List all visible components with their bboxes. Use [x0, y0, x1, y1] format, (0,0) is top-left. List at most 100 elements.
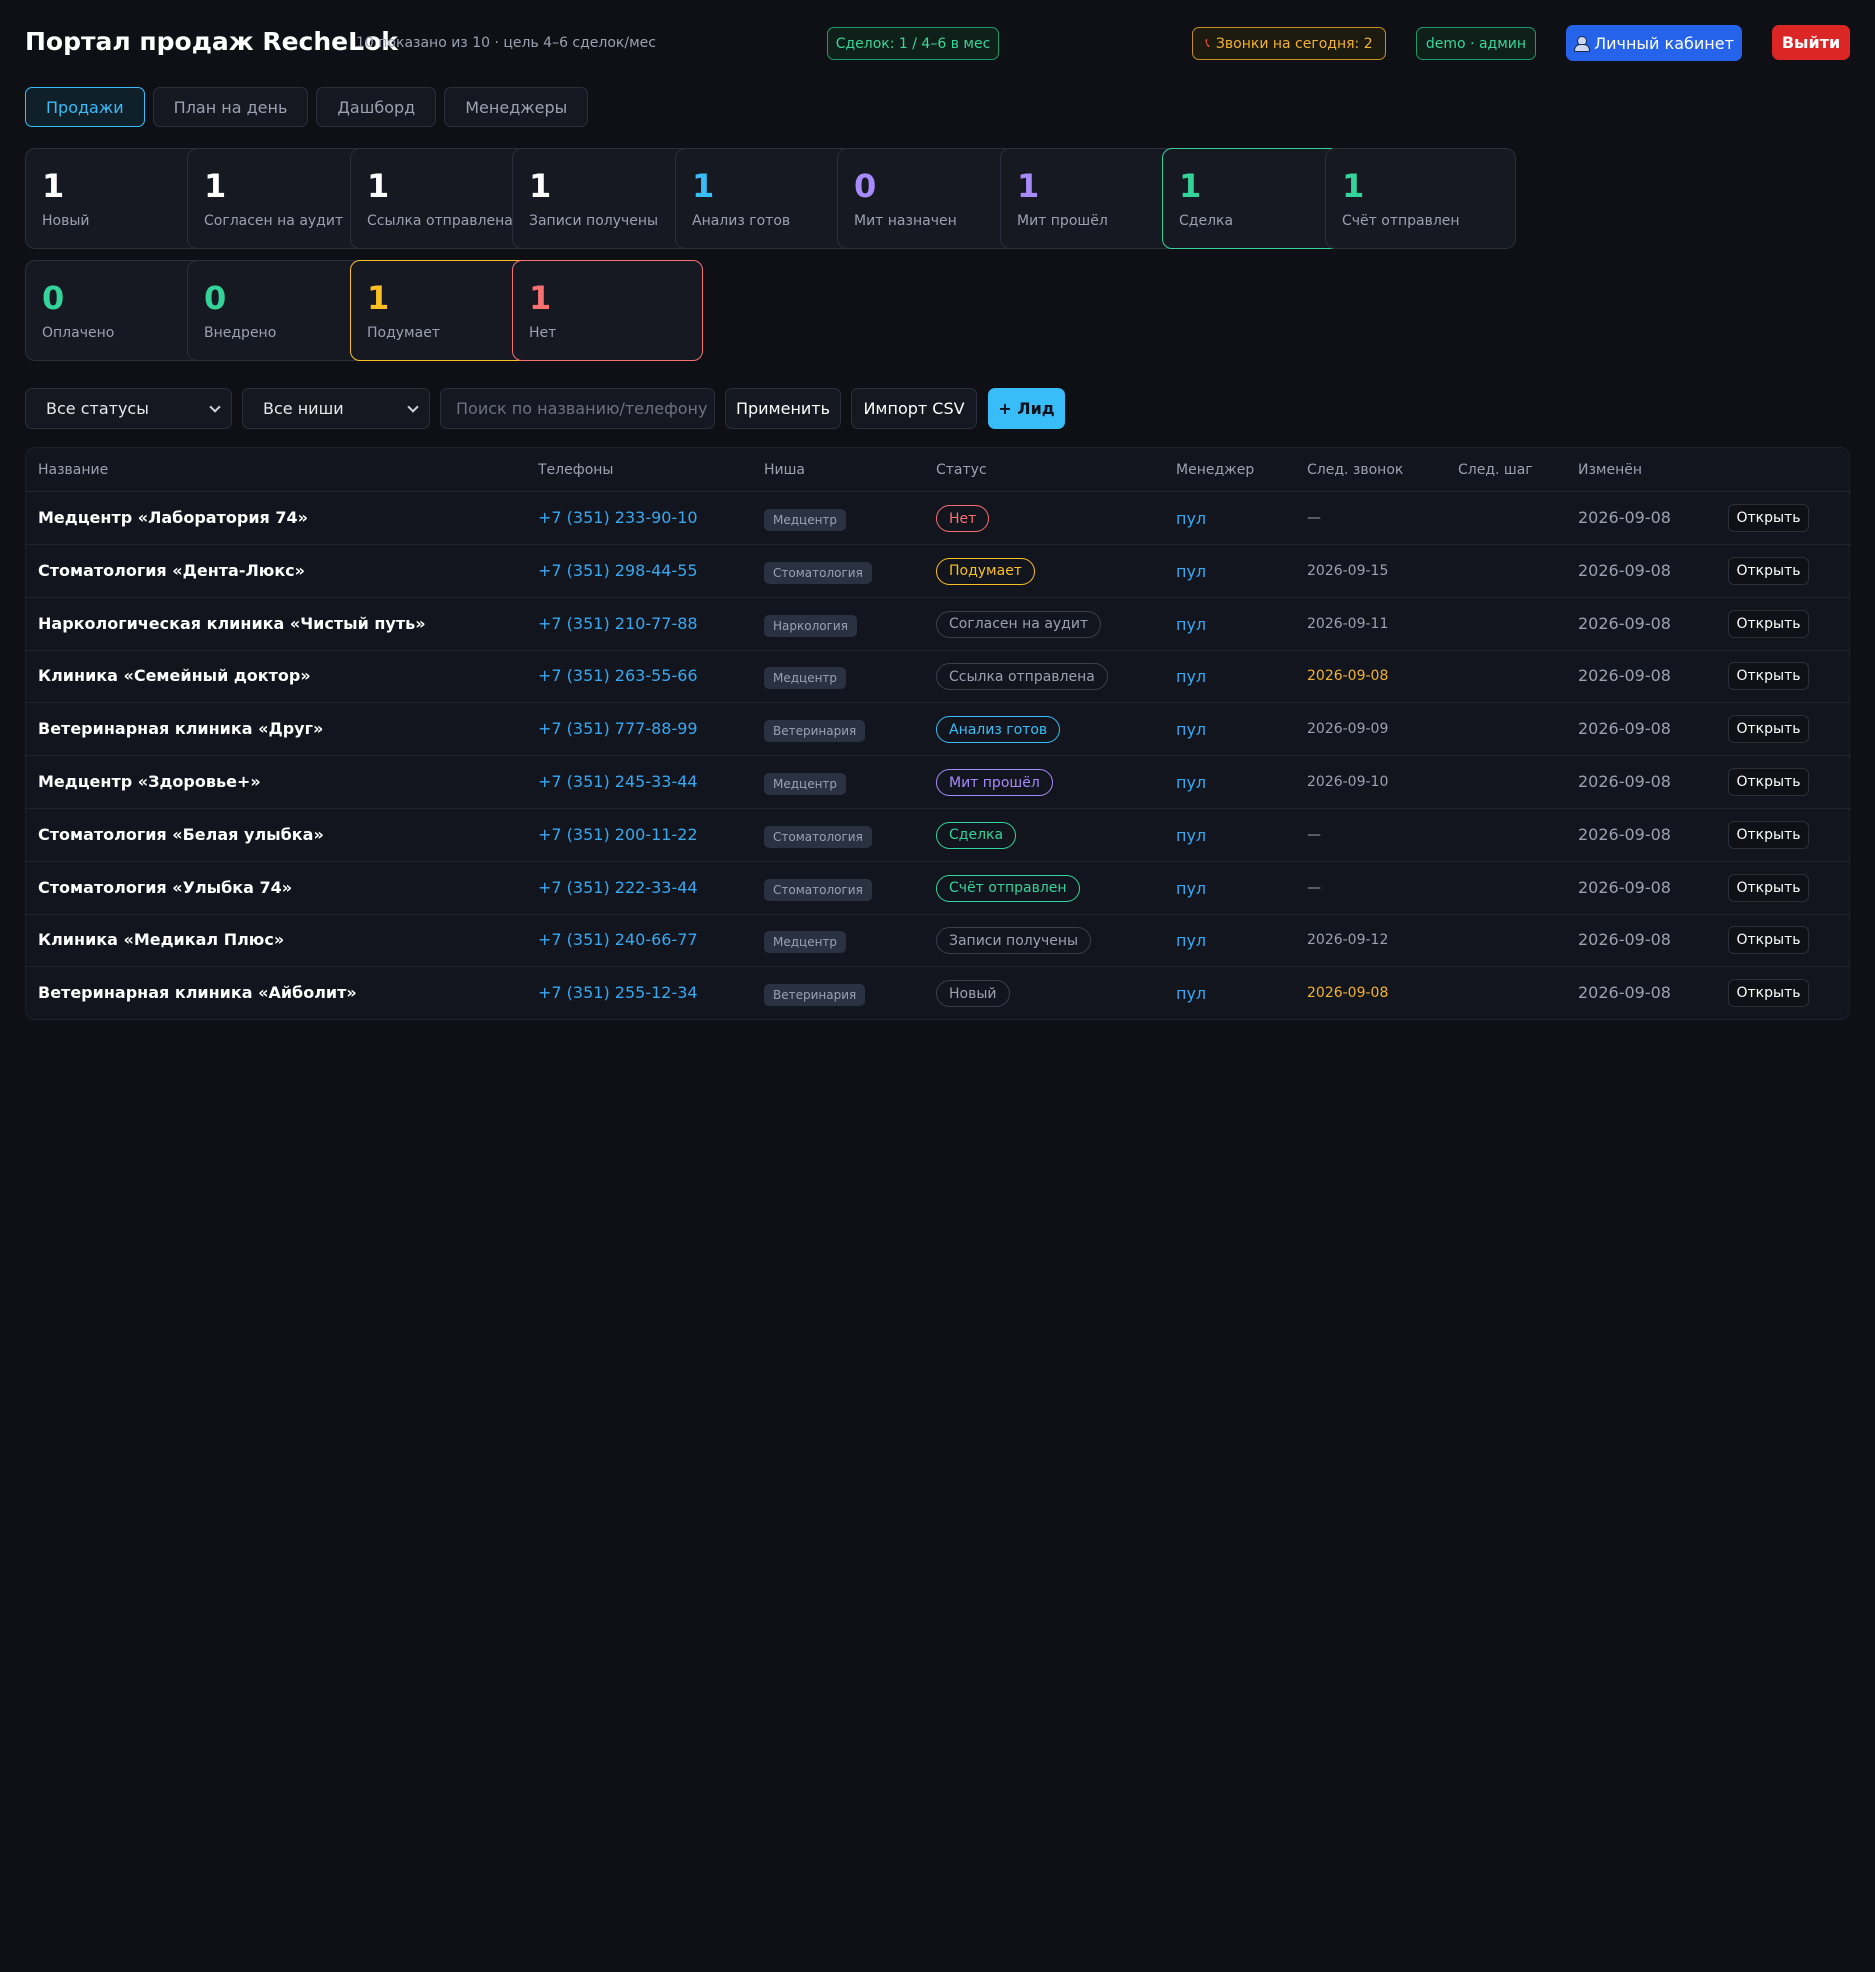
lead-phone-link[interactable]: +7 (351) 255-12-34 — [538, 983, 698, 1002]
tab-day-plan[interactable]: План на день — [152, 87, 309, 127]
table-row[interactable]: Медцентр «Здоровье+» +7 (351) 245-33-44 Ме… — [26, 756, 1851, 809]
status-badge: Записи получены — [936, 927, 1092, 955]
stat-card[interactable]: 1 Нет — [512, 260, 703, 361]
stat-card-label: Оплачено — [42, 325, 115, 341]
next-call-date: 2026-09-11 — [1307, 615, 1389, 632]
manager-link[interactable]: пул — [1176, 509, 1206, 528]
changed-date: 2026-09-08 — [1578, 930, 1671, 950]
manager-link[interactable]: пул — [1176, 931, 1206, 950]
open-button[interactable]: Открыть — [1728, 768, 1809, 796]
chevron-down-icon — [407, 401, 419, 413]
stat-card-value: 1 — [1342, 167, 1365, 205]
stat-card-value: 1 — [529, 279, 552, 317]
lead-phone-link[interactable]: +7 (351) 200-11-22 — [538, 825, 698, 844]
stat-card-label: Счёт отправлен — [1342, 213, 1460, 229]
manager-link[interactable]: пул — [1176, 984, 1206, 1003]
open-button[interactable]: Открыть — [1728, 715, 1809, 744]
status-badge: Подумает — [936, 557, 1035, 585]
open-button[interactable]: Открыть — [1728, 979, 1809, 1008]
table-row[interactable]: Наркологическая клиника «Чистый путь» +7 … — [26, 598, 1851, 651]
lead-phone-link[interactable]: +7 (351) 233-90-10 — [538, 508, 698, 527]
search-input[interactable] — [440, 388, 715, 429]
table-row[interactable]: Клиника «Медикал Плюс» +7 (351) 240-66-77… — [26, 914, 1851, 968]
column-header-phones[interactable]: Телефоны — [538, 462, 613, 478]
table-row[interactable]: Стоматология «Дента-Люкс» +7 (351) 298-44… — [26, 545, 1851, 598]
lead-phone-link[interactable]: +7 (351) 245-33-44 — [538, 772, 698, 791]
manager-link[interactable]: пул — [1176, 667, 1206, 686]
deals-counter-badge: Сделок: 1 / 4–6 в мес — [827, 27, 999, 60]
changed-date: 2026-09-08 — [1578, 983, 1671, 1003]
open-button[interactable]: Открыть — [1728, 662, 1809, 691]
status-filter-select[interactable]: Все статусы — [25, 388, 232, 429]
lead-phone-link[interactable]: +7 (351) 298-44-55 — [538, 561, 698, 580]
main-tabs: Продажи План на день Дашборд Менеджеры — [25, 87, 589, 127]
lead-phone-link[interactable]: +7 (351) 777-88-99 — [538, 719, 698, 738]
lead-name: Медцентр «Здоровье+» — [38, 772, 261, 791]
lead-phone-link[interactable]: +7 (351) 210-77-88 — [538, 614, 698, 633]
stat-card[interactable]: 1 Счёт отправлен — [1325, 148, 1516, 249]
status-badge: Счёт отправлен — [936, 874, 1080, 902]
import-csv-button[interactable]: Импорт CSV — [851, 388, 977, 429]
lead-phone-link[interactable]: +7 (351) 263-55-66 — [538, 666, 698, 685]
stat-card-label: Новый — [42, 213, 90, 229]
chevron-down-icon — [209, 401, 221, 413]
status-badge: Нет — [936, 505, 990, 532]
column-header-next-step[interactable]: След. шаг — [1458, 462, 1533, 478]
manager-link[interactable]: пул — [1176, 879, 1206, 898]
table-row[interactable]: Ветеринарная клиника «Друг» +7 (351) 777-… — [26, 703, 1851, 757]
status-badge: Анализ готов — [936, 716, 1061, 744]
changed-date: 2026-09-08 — [1578, 560, 1671, 580]
stat-card-label: Согласен на аудит — [204, 213, 344, 229]
lead-name: Клиника «Семейный доктор» — [38, 666, 311, 686]
column-header-next-call[interactable]: След. звонок — [1307, 462, 1403, 478]
manager-link[interactable]: пул — [1176, 720, 1206, 739]
niche-filter-select[interactable]: Все ниши — [242, 388, 430, 429]
table-row[interactable]: Стоматология «Белая улыбка» +7 (351) 200-… — [26, 809, 1851, 862]
open-button[interactable]: Открыть — [1728, 820, 1809, 849]
stat-card-value: 1 — [1179, 167, 1202, 205]
tab-sales[interactable]: Продажи — [25, 87, 145, 127]
stat-card-label: Сделка — [1179, 213, 1234, 229]
status-filter-value: Все статусы — [46, 399, 149, 418]
open-button[interactable]: Открыть — [1728, 556, 1809, 585]
column-header-niche[interactable]: Ниша — [764, 462, 805, 478]
table-row[interactable]: Клиника «Семейный доктор» +7 (351) 263-55… — [26, 650, 1851, 704]
table-row[interactable]: Стоматология «Улыбка 74» +7 (351) 222-33-… — [26, 862, 1851, 915]
apply-button[interactable]: Применить — [725, 388, 841, 429]
column-header-name[interactable]: Название — [38, 462, 108, 478]
next-call-date: 2026-09-08 — [1307, 668, 1389, 685]
open-button[interactable]: Открыть — [1728, 609, 1809, 638]
column-header-changed[interactable]: Изменён — [1578, 462, 1642, 478]
tab-dashboard[interactable]: Дашборд — [316, 87, 437, 127]
personal-cabinet-button[interactable]: Личный кабинет — [1566, 25, 1742, 61]
stat-card-value: 1 — [529, 167, 552, 205]
table-header: Название Телефоны Ниша Статус Менеджер С… — [26, 448, 1851, 492]
tab-managers[interactable]: Менеджеры — [444, 87, 589, 127]
phone-icon: 📞︎ — [1205, 36, 1210, 51]
manager-link[interactable]: пул — [1176, 773, 1206, 792]
add-lead-button[interactable]: + Лид — [988, 388, 1065, 429]
changed-date: 2026-09-08 — [1578, 666, 1671, 686]
table-row[interactable]: Ветеринарная клиника «Айболит» +7 (351) 2… — [26, 967, 1851, 1020]
manager-link[interactable]: пул — [1176, 562, 1206, 581]
next-call-date: 2026-09-15 — [1307, 562, 1389, 579]
open-button[interactable]: Открыть — [1728, 926, 1809, 955]
calls-today-badge[interactable]: 📞︎ Звонки на сегодня: 2 — [1192, 27, 1386, 60]
table-row[interactable]: Медцентр «Лаборатория 74» +7 (351) 233-90… — [26, 492, 1851, 545]
niche-tag: Стоматология — [764, 878, 872, 901]
niche-tag: Наркология — [764, 614, 857, 637]
page-title: Портал продаж RecheLok — [25, 27, 398, 56]
open-button[interactable]: Открыть — [1728, 504, 1809, 532]
next-call-date: 2026-09-09 — [1307, 721, 1389, 738]
open-button[interactable]: Открыть — [1728, 873, 1809, 902]
stat-card-value: 1 — [204, 167, 227, 205]
stat-card-label: Мит прошёл — [1017, 213, 1108, 229]
logout-button[interactable]: Выйти — [1772, 25, 1850, 60]
column-header-manager[interactable]: Менеджер — [1176, 462, 1254, 478]
manager-link[interactable]: пул — [1176, 826, 1206, 845]
manager-link[interactable]: пул — [1176, 615, 1206, 634]
column-header-status[interactable]: Статус — [936, 462, 987, 478]
stat-card-value: 1 — [692, 167, 715, 205]
lead-phone-link[interactable]: +7 (351) 240-66-77 — [538, 930, 698, 949]
lead-phone-link[interactable]: +7 (351) 222-33-44 — [538, 878, 698, 897]
